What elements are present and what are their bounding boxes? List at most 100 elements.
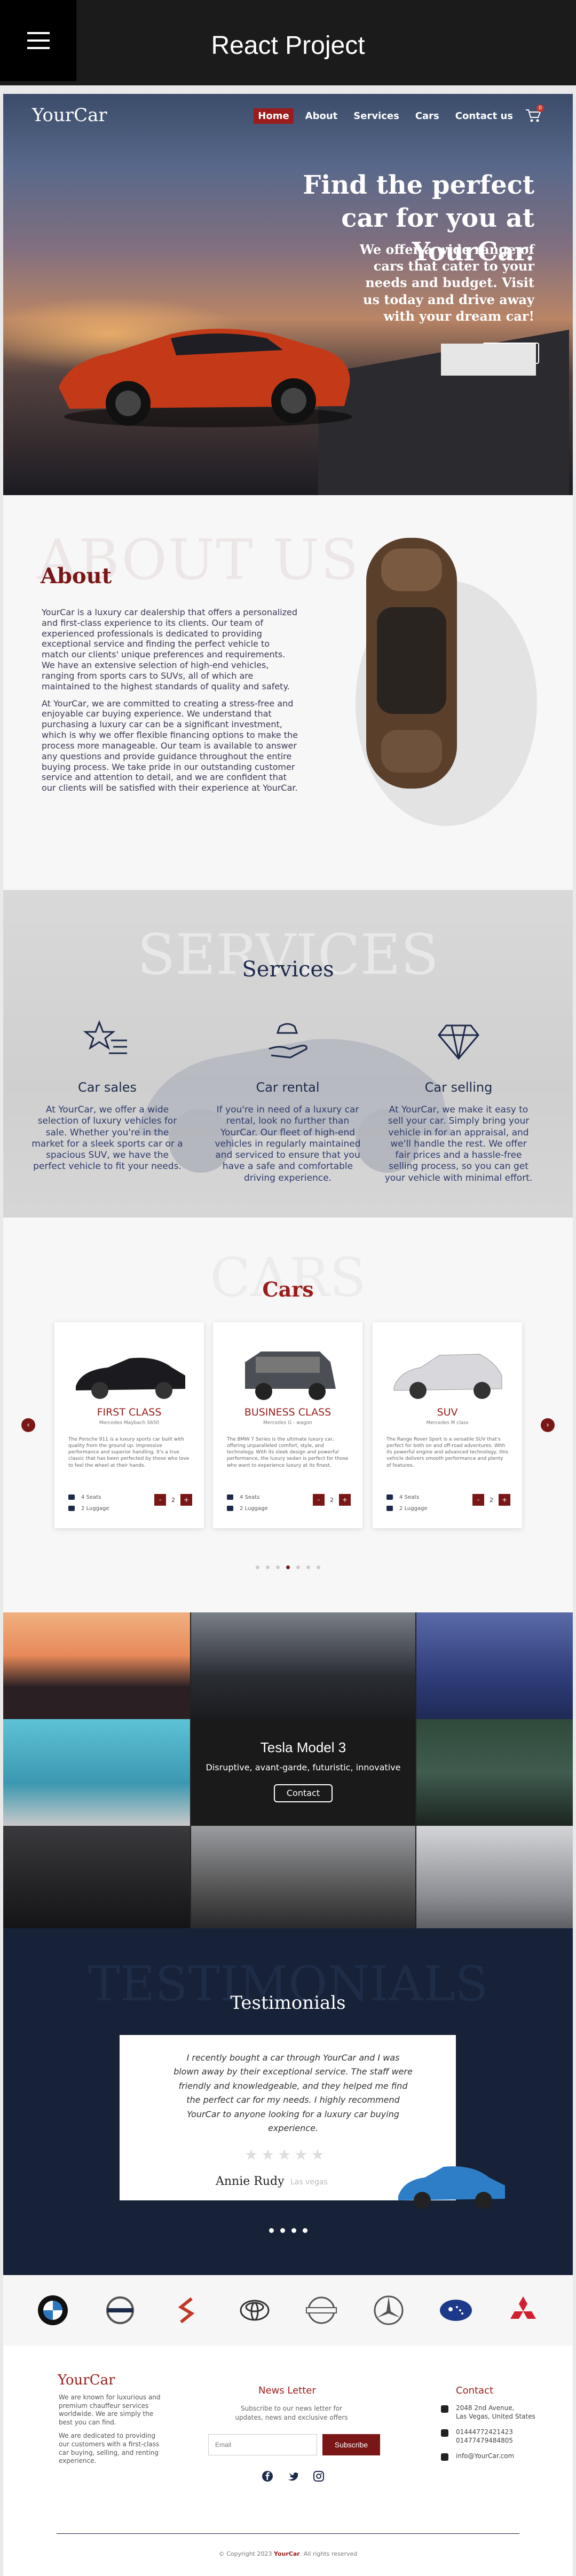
copyright-suffix: . All rights reserved (299, 2550, 358, 2557)
car-model: Mercedes M class (426, 1420, 469, 1426)
car-seats: 4 Seats (81, 1494, 101, 1500)
quantity-stepper: - 2 + (313, 1494, 351, 1506)
testimonial-quote: I recently bought a car through YourCar … (173, 2053, 413, 2133)
gallery-image (3, 1826, 190, 1928)
cart-icon[interactable]: 0 (525, 105, 544, 124)
service-title: Car selling (424, 1080, 493, 1095)
subscribe-button[interactable]: Subscribe (322, 2434, 380, 2455)
car-title: SUV (437, 1406, 458, 1418)
carousel-dot[interactable] (296, 1565, 300, 1569)
service-text: At YourCar, we offer a wide selection of… (31, 1104, 183, 1172)
nav-cars[interactable]: Cars (411, 108, 444, 124)
car-card[interactable]: SUV Mercedes M class The Range Rover Spo… (373, 1322, 522, 1528)
carousel-dot[interactable] (276, 1565, 280, 1569)
decrement-button[interactable]: - (313, 1494, 325, 1506)
phone-1[interactable]: 01444772421423 (456, 2428, 513, 2437)
hero-car-image (59, 329, 352, 427)
carousel-dot[interactable] (306, 1565, 310, 1569)
carousel-dot[interactable] (317, 1565, 320, 1569)
decrement-button[interactable]: - (472, 1494, 484, 1506)
cars-section: CARS Cars ‹ › FIRST CLASS Mercedes Mayba… (3, 1218, 573, 1612)
car-luggage: 2 Luggage (240, 1506, 268, 1512)
facebook-icon[interactable] (262, 2470, 273, 2482)
suzuki-logo-icon (178, 2297, 194, 2324)
nav-contact[interactable]: Contact us (451, 108, 517, 124)
footer-about-1: We are known for luxurious and premium c… (59, 2394, 161, 2426)
testimonial-car-image (398, 2166, 505, 2209)
carousel-dots (3, 1561, 573, 1571)
car-model: Mercedes G - wagon (263, 1420, 312, 1426)
services-title: Services (242, 957, 334, 982)
car-seats: 4 Seats (399, 1494, 420, 1500)
navbar: YourCar Home About Services Cars Contact… (3, 94, 573, 137)
car-luggage: 2 Luggage (399, 1506, 428, 1512)
service-title: Car sales (77, 1080, 137, 1095)
service-card-car-sales: Car sales At YourCar, we offer a wide se… (31, 1016, 184, 1173)
increment-button[interactable]: + (180, 1494, 192, 1506)
car-image (245, 1351, 336, 1400)
nav-services[interactable]: Services (349, 108, 404, 124)
app-bar: React Project (0, 0, 576, 85)
logo[interactable]: YourCar (32, 105, 107, 126)
about-paragraph-2: At YourCar, we are committed to creating… (42, 698, 298, 793)
car-luggage: 2 Luggage (81, 1506, 109, 1512)
star-list-icon (83, 1020, 127, 1054)
gallery-section: Tesla Model 3 Disruptive, avant-garde, f… (3, 1612, 573, 1928)
contact-email[interactable]: info@YourCar.com (456, 2452, 514, 2461)
bmw-logo-icon (37, 2295, 68, 2325)
hero-cta-button[interactable] (441, 344, 536, 376)
car-image (393, 1354, 502, 1399)
car-title: BUSINESS CLASS (244, 1406, 332, 1418)
carousel-prev-arrow-icon[interactable]: ‹ (21, 1418, 35, 1432)
luggage-icon (227, 1506, 233, 1511)
testimonial-dot[interactable] (302, 2228, 307, 2233)
testimonial-location: Las vegas (290, 2178, 328, 2187)
quantity-stepper: - 2 + (472, 1494, 510, 1506)
carousel-dot[interactable] (256, 1565, 259, 1569)
app-title: React Project (211, 31, 365, 60)
subaru-logo-icon (440, 2300, 472, 2321)
quantity-value: 2 (330, 1496, 334, 1504)
nav-home[interactable]: Home (254, 108, 294, 124)
phone-icon (441, 2429, 448, 2437)
gallery-image (3, 1719, 190, 1826)
footer: YourCar We are known for luxurious and p… (3, 2346, 573, 2576)
car-card[interactable]: BUSINESS CLASS Mercedes G - wagon The BM… (213, 1322, 362, 1528)
testimonial-dot[interactable] (291, 2228, 296, 2233)
contact-button[interactable]: Contact (274, 1784, 333, 1802)
testimonial-dots (3, 2225, 573, 2235)
carousel-next-arrow-icon[interactable]: › (541, 1418, 555, 1432)
mail-icon (441, 2453, 448, 2461)
testimonial-dot[interactable] (280, 2228, 285, 2233)
footer-logo[interactable]: YourCar (58, 2372, 115, 2388)
service-title: Car rental (256, 1080, 320, 1095)
testimonial-dot[interactable] (269, 2228, 274, 2233)
address-line-2: Las Vegas, United States (456, 2412, 535, 2420)
footer-divider (57, 2533, 519, 2534)
increment-button[interactable]: + (499, 1494, 510, 1506)
quantity-value: 2 (171, 1496, 175, 1504)
phone-2[interactable]: 01477479484805 (456, 2437, 513, 2445)
twitter-icon[interactable] (287, 2470, 299, 2482)
gallery-image (191, 1612, 415, 1719)
nav-about[interactable]: About (301, 108, 342, 124)
instagram-icon[interactable] (313, 2470, 325, 2482)
car-seats: 4 Seats (240, 1494, 260, 1500)
car-title: FIRST CLASS (97, 1406, 162, 1418)
copyright: © Copyright 2023 YourCar. All rights res… (3, 2550, 573, 2557)
seats-icon (68, 1494, 75, 1500)
car-card[interactable]: FIRST CLASS Mercedes Maybach S650 The Po… (54, 1322, 204, 1528)
about-title: About (41, 563, 112, 589)
carousel-dot[interactable] (266, 1565, 270, 1569)
social-links (262, 2470, 325, 2482)
about-section: ABOUT US About YourCar is a luxury car d… (3, 495, 573, 890)
carousel-dot-active[interactable] (286, 1565, 290, 1569)
increment-button[interactable]: + (339, 1494, 351, 1506)
email-input[interactable] (208, 2434, 317, 2455)
contact-list: 2048 2nd Avenue, Las Vegas, United States… (441, 2404, 535, 2468)
decrement-button[interactable]: - (154, 1494, 166, 1506)
car-image (76, 1357, 185, 1399)
gallery-image (416, 1612, 573, 1719)
seats-icon (386, 1494, 393, 1500)
newsletter-title: News Letter (258, 2385, 316, 2396)
